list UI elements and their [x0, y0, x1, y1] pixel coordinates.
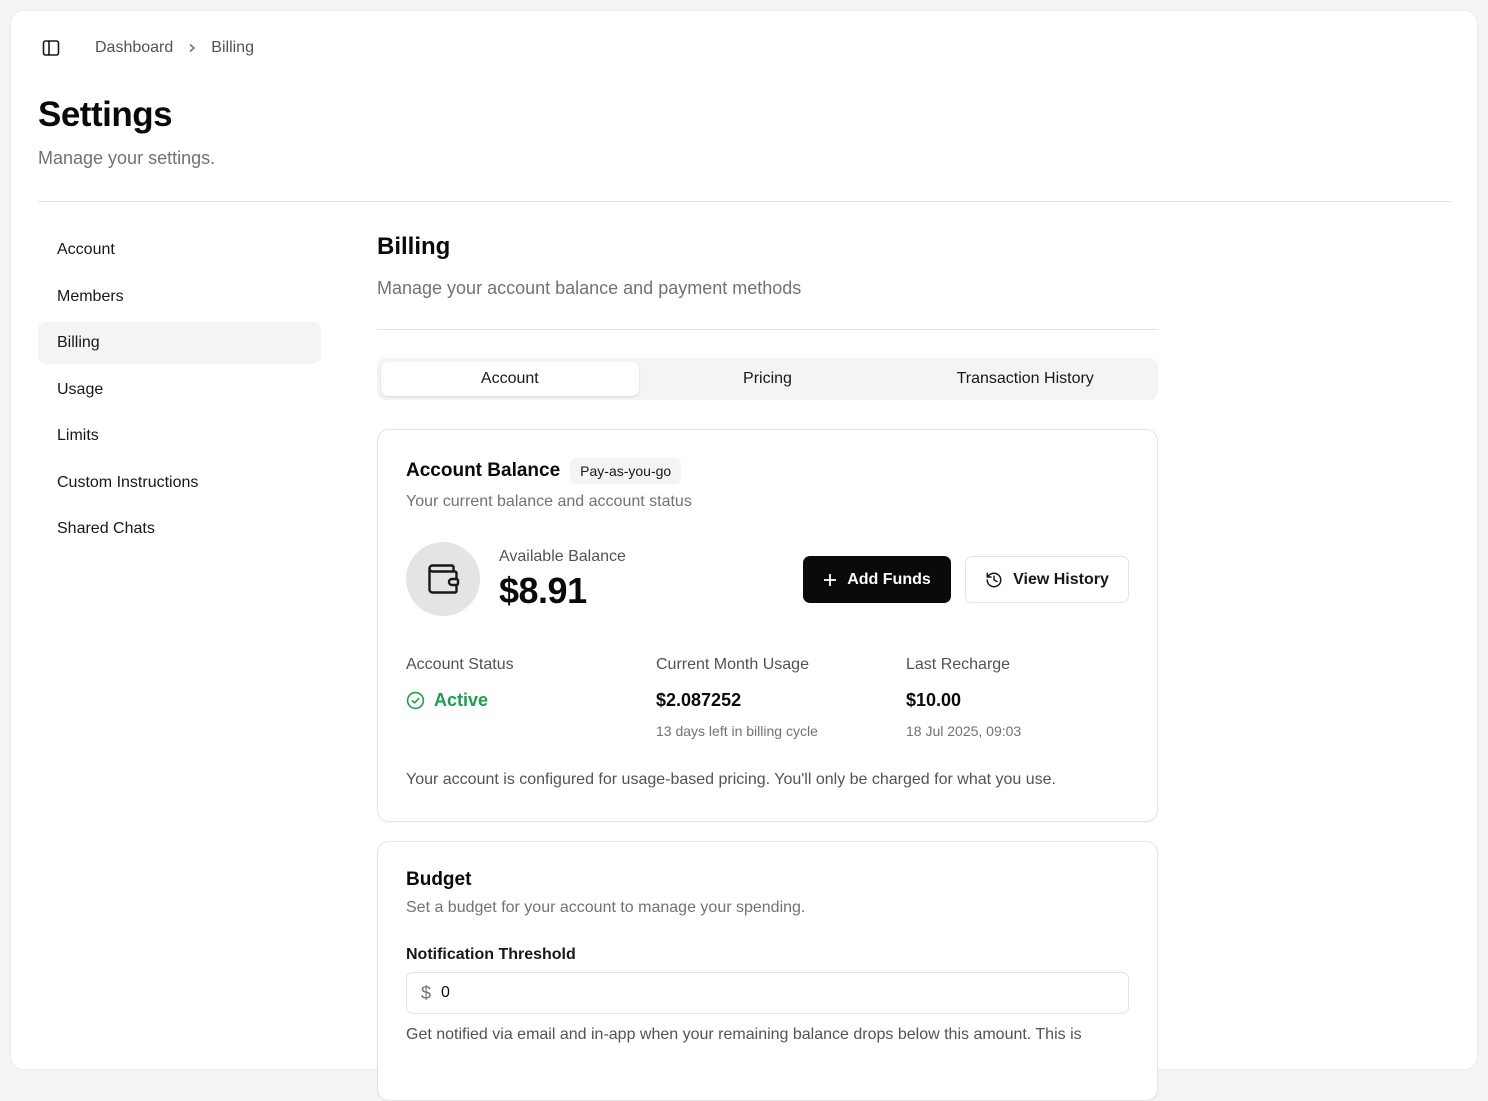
chevron-right-icon: [187, 43, 197, 53]
last-recharge-stat: Last Recharge $10.00 18 Jul 2025, 09:03: [906, 656, 1146, 739]
account-status-value: Active: [406, 690, 646, 711]
account-balance-card: Account Balance Pay-as-you-go Your curre…: [377, 429, 1158, 822]
history-icon: [985, 571, 1003, 589]
nav-item-billing[interactable]: Billing: [38, 322, 321, 364]
threshold-help-text: Get notified via email and in-app when y…: [406, 1026, 1082, 1043]
top-bar: Dashboard Billing: [39, 35, 254, 61]
check-circle-icon: [406, 691, 425, 710]
pricing-footnote: Your account is configured for usage-bas…: [406, 771, 1056, 788]
account-balance-description: Your current balance and account status: [406, 493, 692, 510]
tab-account[interactable]: Account: [381, 362, 639, 396]
plan-badge: Pay-as-you-go: [570, 458, 682, 484]
settings-nav: Account Members Billing Usage Limits Cus…: [38, 229, 321, 555]
nav-item-limits[interactable]: Limits: [38, 415, 321, 457]
view-history-label: View History: [1013, 570, 1109, 588]
budget-description: Set a budget for your account to manage …: [406, 899, 806, 916]
billing-title: Billing: [377, 233, 451, 260]
page-subtitle: Manage your settings.: [38, 148, 216, 168]
nav-item-account[interactable]: Account: [38, 229, 321, 271]
account-balance-header: Account Balance Pay-as-you-go: [406, 458, 682, 484]
account-status-text: Active: [434, 690, 489, 710]
current-month-usage-label: Current Month Usage: [656, 656, 809, 673]
last-recharge-date: 18 Jul 2025, 09:03: [906, 723, 1022, 739]
account-status-stat: Account Status Active: [406, 656, 646, 711]
nav-item-custom-instructions[interactable]: Custom Instructions: [38, 462, 321, 504]
available-balance-amount: $8.91: [499, 570, 587, 611]
section-divider: [377, 329, 1158, 330]
notification-threshold-label: Notification Threshold: [406, 946, 576, 963]
last-recharge-value: $10.00: [906, 690, 962, 710]
nav-item-shared-chats[interactable]: Shared Chats: [38, 508, 321, 550]
page-title: Settings: [38, 95, 173, 134]
settings-window: Dashboard Billing Settings Manage your s…: [10, 10, 1478, 1101]
currency-prefix: $: [421, 982, 432, 1003]
account-balance-title: Account Balance: [406, 460, 561, 481]
billing-section: Billing Manage your account balance and …: [377, 229, 1158, 1101]
billing-cycle-note: 13 days left in billing cycle: [656, 723, 818, 739]
billing-subtitle: Manage your account balance and payment …: [377, 278, 802, 298]
current-month-usage-value: $2.087252: [656, 690, 742, 710]
budget-title: Budget: [406, 869, 472, 890]
add-funds-label: Add Funds: [847, 570, 931, 588]
plus-icon: [823, 573, 837, 587]
tab-pricing[interactable]: Pricing: [639, 362, 897, 396]
panel-left-icon[interactable]: [39, 36, 63, 60]
available-balance-label: Available Balance: [499, 548, 626, 565]
nav-item-usage[interactable]: Usage: [38, 369, 321, 411]
nav-item-members[interactable]: Members: [38, 276, 321, 318]
wallet-icon: [406, 542, 480, 616]
account-status-label: Account Status: [406, 656, 514, 673]
header-divider: [38, 201, 1452, 202]
add-funds-button[interactable]: Add Funds: [803, 556, 951, 603]
billing-tabs: Account Pricing Transaction History: [377, 358, 1158, 400]
tab-transaction-history[interactable]: Transaction History: [896, 362, 1154, 396]
budget-card: Budget Set a budget for your account to …: [377, 841, 1158, 1101]
breadcrumb-dashboard[interactable]: Dashboard: [95, 39, 173, 57]
last-recharge-label: Last Recharge: [906, 656, 1011, 673]
view-history-button[interactable]: View History: [965, 556, 1129, 603]
current-month-usage-stat: Current Month Usage $2.087252 13 days le…: [656, 656, 896, 739]
breadcrumb-billing: Billing: [211, 39, 254, 56]
notification-threshold-field: $: [406, 972, 1129, 1014]
breadcrumb: Dashboard Billing: [95, 39, 254, 57]
notification-threshold-input[interactable]: [441, 984, 1092, 1002]
